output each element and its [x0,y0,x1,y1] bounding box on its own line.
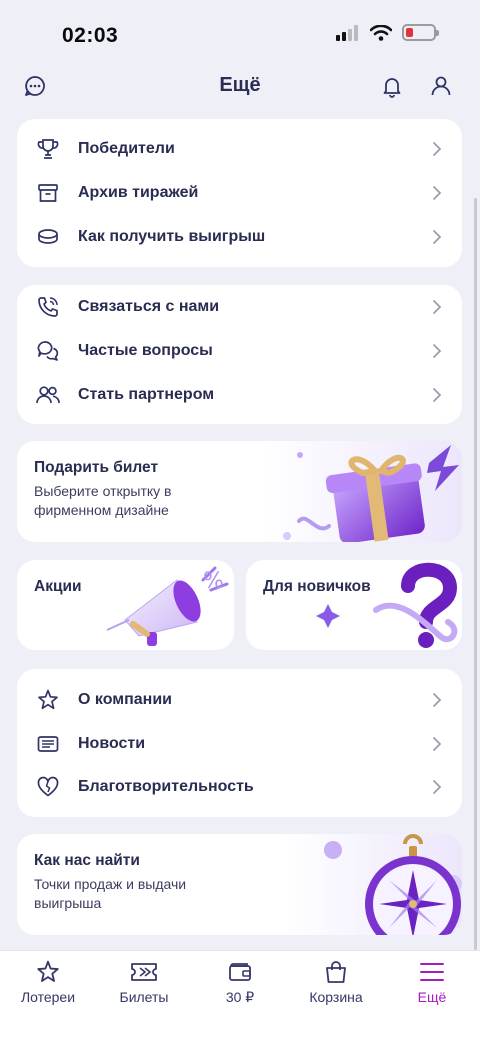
gift-ticket-title: Подарить билет [34,459,159,476]
status-time: 02:03 [62,24,119,47]
chevron-right-icon [433,737,442,751]
menu-item-label: Как получить выигрыш [78,228,266,245]
find-us-subtitle: Точки продаж и выдачи выигрыша [34,876,187,911]
compass-illustration [324,834,462,935]
chevron-right-icon [433,693,442,707]
user-icon [431,76,451,96]
chevron-right-icon [433,300,442,314]
menu-item-winners[interactable]: Победители [17,127,462,171]
tab-label: Ещё [417,989,447,1005]
menu-item-label: Частые вопросы [78,342,213,359]
status-icons [336,24,439,41]
tab-tickets[interactable]: Билеты [96,951,192,1021]
app-header: Ещё [0,66,480,106]
menu-item-contact-us[interactable]: Связаться с нами [17,285,462,329]
trophy-icon [35,136,61,162]
ticket-icon [130,959,158,985]
phone-icon [35,294,61,320]
signal-icon [336,24,358,41]
menu-item-label: Стать партнером [78,386,215,403]
menu-item-label: Победители [78,140,175,157]
wallet-icon [226,959,254,985]
menu-card-company: О компании Новости Благотворительность [17,669,462,817]
megaphone-illustration: % [106,566,229,646]
find-us-title: Как нас найти [34,852,140,869]
chat-bubbles-icon [35,338,61,364]
wifi-icon [370,24,392,41]
heart-icon [35,774,61,800]
svg-text:%: % [203,569,224,594]
notifications-button[interactable] [378,72,406,100]
page-title: Ещё [219,74,261,96]
coins-icon [35,224,61,250]
tab-cart[interactable]: Корзина [288,951,384,1021]
menu-item-label: Благотворительность [78,778,254,795]
tab-wallet[interactable]: 30 ₽ [192,951,288,1021]
chevron-right-icon [433,230,442,244]
tab-label: Корзина [309,989,363,1005]
bell-icon [383,78,401,98]
archive-box-icon [35,180,61,206]
menu-card-support: Связаться с нами Частые вопросы Стать па… [17,285,462,424]
menu-item-get-prize[interactable]: Как получить выигрыш [17,215,462,259]
tab-more[interactable]: Ещё [384,951,480,1021]
menu-item-label: Новости [78,735,146,752]
scrollbar[interactable] [474,198,477,950]
status-bar: 02:03 [0,0,480,70]
menu-item-faq[interactable]: Частые вопросы [17,329,462,373]
menu-item-label: Архив тиражей [78,184,199,201]
chevron-right-icon [433,186,442,200]
tab-lotteries[interactable]: Лотереи [0,951,96,1021]
menu-icon [418,959,446,985]
chevron-right-icon [433,780,442,794]
people-icon [35,382,61,408]
menu-item-about[interactable]: О компании [17,678,462,722]
tab-label: 30 ₽ [225,989,255,1005]
star-icon [35,687,61,713]
find-us-card[interactable]: Как нас найти Точки продаж и выдачи выиг… [17,834,462,935]
menu-card-results: Победители Архив тиражей Как получить вы… [17,119,462,267]
promos-label: Акции [34,578,82,595]
menu-item-draw-archive[interactable]: Архив тиражей [17,171,462,215]
chevron-right-icon [433,388,442,402]
gift-ticket-subtitle: Выберите открытку в фирменном дизайне [34,483,172,518]
star-icon [34,959,62,985]
menu-item-label: Связаться с нами [78,298,220,315]
menu-item-news[interactable]: Новости [17,722,462,766]
newbies-card[interactable]: Для новичков [246,560,462,650]
menu-item-label: О компании [78,691,172,708]
bottom-tab-bar: Лотереи Билеты 30 ₽ Корзина Ещё [0,950,480,1043]
tab-label: Билеты [119,989,169,1005]
chevron-right-icon [433,142,442,156]
profile-button[interactable] [427,72,455,100]
menu-item-become-partner[interactable]: Стать партнером [17,373,462,417]
chevron-right-icon [433,344,442,358]
battery-icon [402,24,439,41]
shopping-bag-icon [322,959,350,985]
question-mark-illustration [316,562,458,648]
promos-card[interactable]: Акции % [17,560,234,650]
newspaper-icon [35,731,61,757]
gift-ticket-card[interactable]: Подарить билет Выберите открытку в фирме… [17,441,462,542]
menu-item-charity[interactable]: Благотворительность [17,765,462,809]
gift-box-illustration [283,445,459,542]
tab-label: Лотереи [20,989,76,1005]
